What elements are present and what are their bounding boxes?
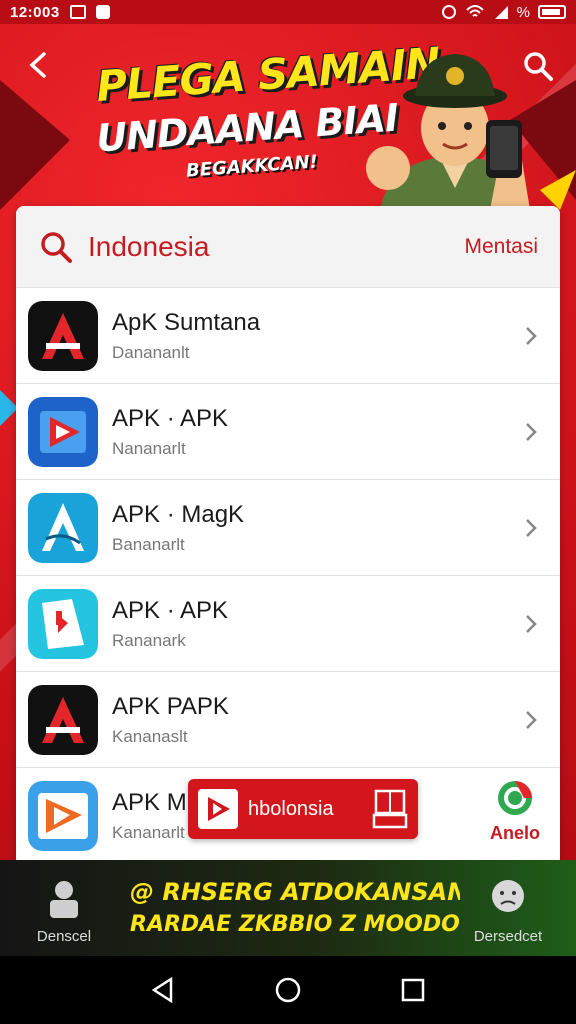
search-bar[interactable]: Indonesia Mentasi — [16, 206, 560, 288]
gallery-icon — [69, 5, 86, 19]
nav-home-button[interactable] — [268, 970, 308, 1010]
promo-line2: RARDAE ZKBBIO Z MOODO! — [130, 912, 460, 937]
blue-play-icon — [28, 396, 98, 467]
app-name: APK PAPK — [112, 692, 229, 720]
search-action-link[interactable]: Mentasi — [464, 235, 538, 259]
promo-right-label: Dersedcet — [473, 928, 543, 945]
app-subtitle: Nananarlt — [112, 438, 186, 458]
search-query[interactable]: Indonesia — [88, 231, 464, 263]
teal-a-icon — [28, 492, 98, 563]
app-subtitle: Kananaslt — [112, 726, 188, 746]
signal-percent: % — [516, 3, 530, 21]
banner-subtitle: BEGAKKCAN! — [185, 151, 319, 182]
promo-left-button[interactable]: Denscel — [14, 878, 114, 945]
chevron-right-icon — [526, 326, 537, 345]
list-item[interactable]: APK PAPK Kananaslt — [16, 672, 560, 768]
app-list: ApK Sumtana Danananlt APK · APK Nananarl… — [16, 288, 560, 864]
list-item[interactable]: ApK Sumtana Danananlt — [16, 288, 560, 384]
header-banner: PLEGA SAMAIN UNDAANA BIAI BEGAKKCAN! — [0, 24, 576, 210]
chevron-right-icon — [526, 422, 537, 441]
promo-left-label: Denscel — [36, 928, 92, 945]
back-arrow-icon — [29, 52, 46, 78]
nav-back-button[interactable] — [143, 970, 183, 1010]
side-badge-label: Anelo — [489, 823, 540, 843]
app-subtitle: Bananarlt — [112, 534, 185, 554]
overlay-ad-label: hbolonsia — [248, 797, 334, 820]
list-item[interactable]: APK · MagK Bananarlt — [16, 480, 560, 576]
chevron-right-icon — [526, 614, 537, 633]
orange-play-icon — [28, 780, 98, 851]
status-bar: 12:003 % — [0, 0, 576, 24]
building-icon — [372, 789, 408, 829]
user-lock-icon — [50, 881, 78, 918]
app-name: APK · APK — [112, 596, 229, 624]
red-a-icon — [28, 300, 98, 371]
promo-right-button[interactable]: Dersedcet — [458, 878, 558, 945]
search-icon — [41, 231, 72, 263]
system-nav-bar — [0, 956, 576, 1024]
side-badge-button[interactable]: Anelo — [480, 778, 550, 848]
cyan-book-icon — [28, 588, 98, 659]
results-card: Indonesia Mentasi ApK Sumtana Danananlt — [16, 206, 560, 866]
app-subtitle: Danananlt — [112, 342, 190, 362]
play-logo-icon — [198, 789, 238, 829]
cell-signal-icon — [494, 6, 508, 19]
overlay-ad-button[interactable]: hbolonsia — [188, 779, 418, 839]
face-icon — [492, 880, 524, 912]
notification-icon — [95, 5, 110, 19]
square-recents-icon — [402, 978, 425, 1002]
wifi-icon — [465, 5, 484, 17]
search-button[interactable] — [522, 50, 556, 84]
sync-icon — [441, 5, 456, 19]
status-time: 12:003 — [10, 3, 60, 21]
refresh-badge-icon — [498, 781, 532, 815]
battery-icon — [538, 5, 566, 19]
chevron-right-icon — [526, 518, 537, 537]
circle-home-icon — [275, 977, 301, 1003]
app-name: APK · MagK — [112, 500, 245, 528]
promo-bar: Denscel @ RHSERG ATDOKANSANIN RARDAE ZKB… — [0, 860, 576, 956]
triangle-back-icon — [151, 976, 172, 1004]
nav-recents-button[interactable] — [393, 970, 433, 1010]
app-name: APK · APK — [112, 404, 229, 432]
app-name: ApK Sumtana — [112, 308, 261, 336]
back-button[interactable] — [22, 50, 56, 84]
chevron-right-icon — [526, 710, 537, 729]
red-a-icon — [28, 684, 98, 755]
list-item[interactable]: APK · APK Nananarlt — [16, 384, 560, 480]
search-icon — [524, 52, 553, 81]
list-item[interactable]: APK · APK Rananark — [16, 576, 560, 672]
promo-line1: @ RHSERG ATDOKANSANIN — [130, 878, 460, 906]
app-subtitle: Rananark — [112, 630, 186, 650]
